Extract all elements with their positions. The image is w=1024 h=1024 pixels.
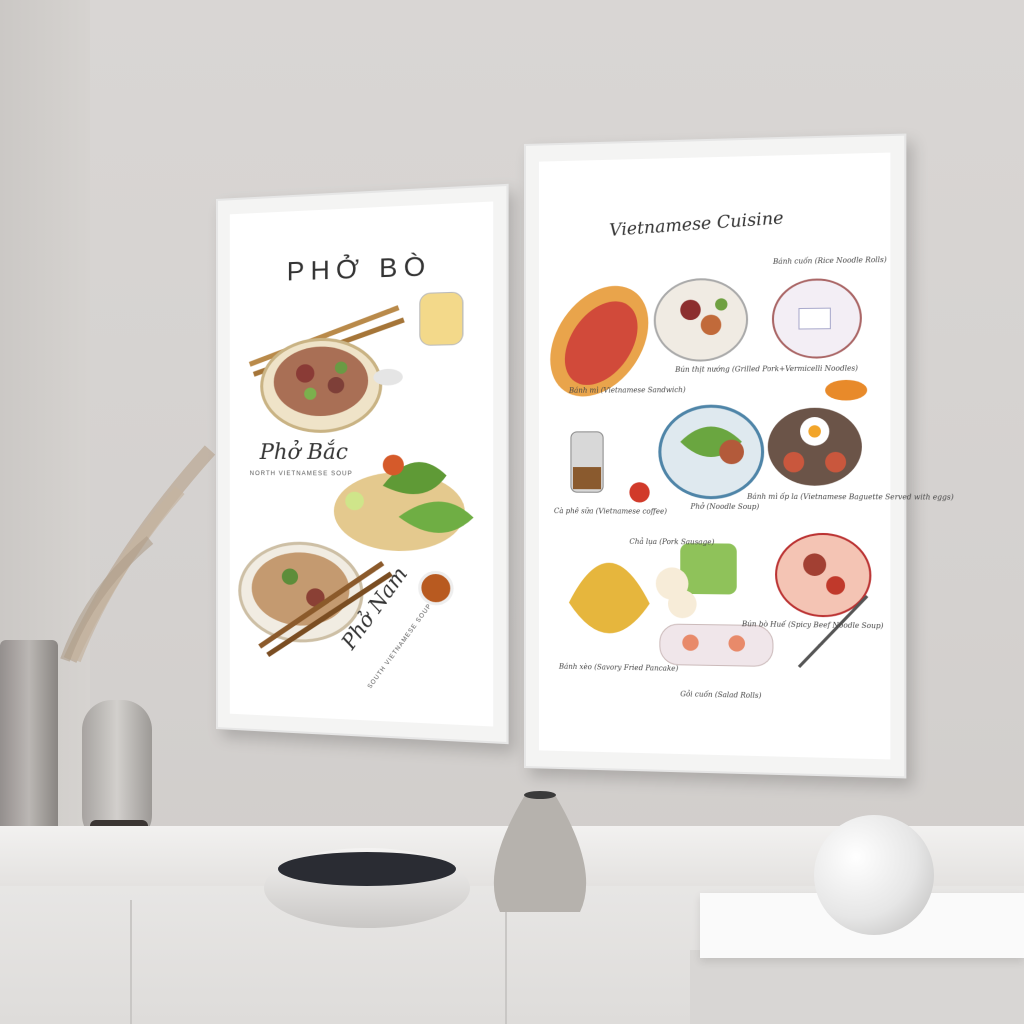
sauce-jar xyxy=(420,292,463,345)
tall-glass-vase xyxy=(0,640,58,855)
sauce-dish xyxy=(420,572,452,604)
caption-ca-phe-sua: Cà phê sữa (Vietnamese coffee) xyxy=(553,507,667,516)
cabinet-door-seam xyxy=(130,900,132,1024)
chili-sauce xyxy=(629,482,650,503)
pampas-grass xyxy=(60,445,216,663)
book-stack xyxy=(690,950,1024,1024)
caption-goi-cuon: Gỏi cuốn (Salad Rolls) xyxy=(680,690,762,700)
caption-cha-lua: Chả lụa (Pork Sausage) xyxy=(629,537,715,547)
cone-vase xyxy=(493,791,587,912)
bun-thit-nuong xyxy=(655,279,747,361)
poster-frame-vietnamese-cuisine: Vietnamese Cuisine Bánh mì (Vietnamese S… xyxy=(524,133,954,779)
pho-illustrations xyxy=(230,201,474,726)
pho-bac-subtitle: NORTH VIETNAMESE SOUP xyxy=(249,471,353,478)
poster-vietnamese-cuisine: Vietnamese Cuisine Bánh mì (Vietnamese S… xyxy=(538,152,954,760)
caption-banh-mi-op-la: Bánh mì ốp la (Vietnamese Baguette Serve… xyxy=(747,492,954,502)
pho-bac-label: Phở Bắc xyxy=(259,439,349,464)
caption-bun-thit-nuong: Bún thịt nướng (Grilled Pork+Vermicelli … xyxy=(675,364,858,374)
banh-xeo xyxy=(568,562,650,634)
poster-pho-bo: PHỞ BÒ Phở Bắc NORTH VIETNAMESE SOUP Phở… xyxy=(229,201,494,727)
bun-bo-hue xyxy=(776,534,870,617)
caption-pho: Phở (Noodle Soup) xyxy=(690,502,760,512)
goi-cuon xyxy=(660,624,773,667)
bowl-interior xyxy=(278,852,456,886)
caption-banh-mi: Bánh mì (Vietnamese Sandwich) xyxy=(568,386,686,395)
white-sphere xyxy=(814,815,934,935)
cha-lua xyxy=(680,543,737,595)
